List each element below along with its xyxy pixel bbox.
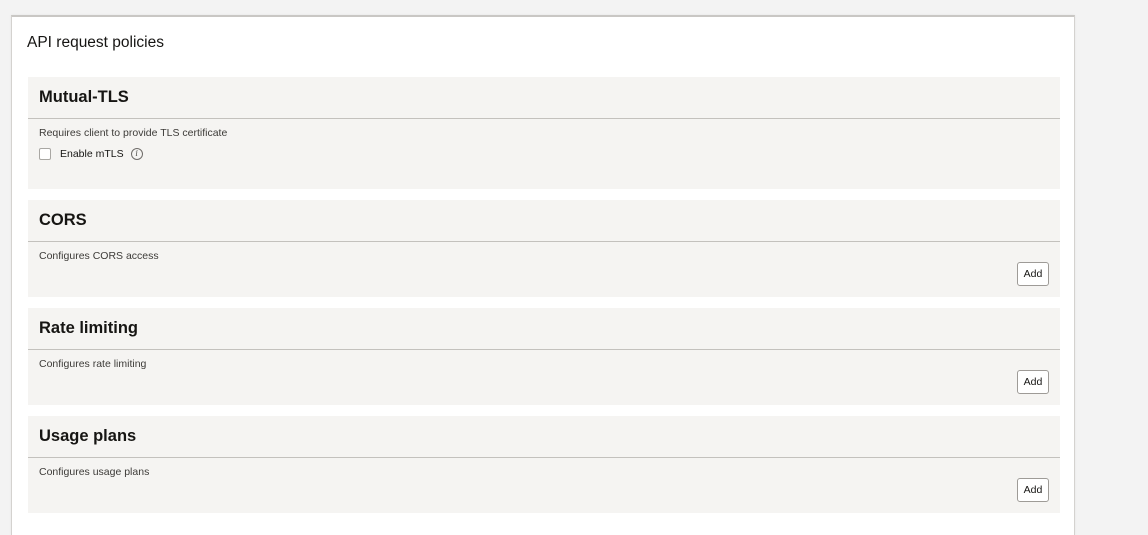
- api-request-policies-panel: API request policies Mutual-TLS Requires…: [11, 15, 1075, 535]
- section-description-mutual-tls: Requires client to provide TLS certifica…: [39, 127, 228, 139]
- section-header: CORS: [28, 200, 1060, 242]
- section-description-usage-plans: Configures usage plans: [39, 466, 150, 478]
- section-description-rate-limiting: Configures rate limiting: [39, 358, 147, 370]
- section-description-cors: Configures CORS access: [39, 250, 159, 262]
- section-title-cors: CORS: [39, 211, 87, 229]
- section-rate-limiting: Rate limiting Configures rate limiting A…: [28, 308, 1060, 405]
- section-title-mutual-tls: Mutual-TLS: [39, 88, 129, 106]
- section-header: Usage plans: [28, 416, 1060, 458]
- section-header: Rate limiting: [28, 308, 1060, 350]
- enable-mtls-row: Enable mTLS i: [39, 148, 143, 160]
- enable-mtls-checkbox[interactable]: [39, 148, 51, 160]
- section-cors: CORS Configures CORS access Add: [28, 200, 1060, 297]
- section-title-rate-limiting: Rate limiting: [39, 319, 139, 337]
- section-mutual-tls: Mutual-TLS Requires client to provide TL…: [28, 77, 1060, 189]
- info-icon[interactable]: i: [130, 148, 143, 160]
- add-rate-limiting-button[interactable]: Add: [1017, 370, 1049, 394]
- section-title-usage-plans: Usage plans: [39, 427, 137, 445]
- add-usage-plans-button[interactable]: Add: [1017, 478, 1049, 502]
- enable-mtls-label[interactable]: Enable mTLS: [60, 148, 124, 160]
- section-header: Mutual-TLS: [28, 77, 1060, 119]
- add-cors-button[interactable]: Add: [1017, 262, 1049, 286]
- section-usage-plans: Usage plans Configures usage plans Add: [28, 416, 1060, 513]
- panel-title: API request policies: [27, 34, 164, 51]
